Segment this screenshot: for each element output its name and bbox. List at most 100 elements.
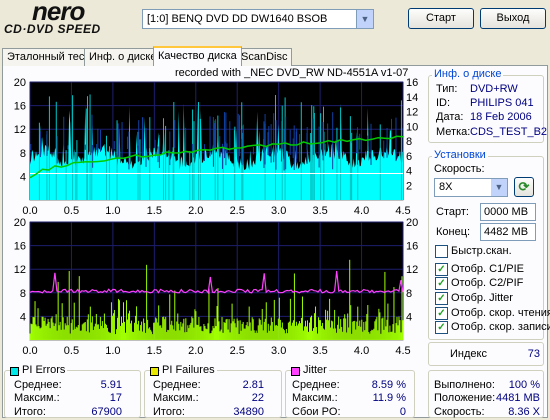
- logo-cddvdspeed-text: CD·DVD SPEED: [4, 22, 101, 36]
- x-tick-label: 3.5: [312, 205, 327, 217]
- pif-total-label: Итого:: [153, 406, 185, 418]
- x-tick-label: 1.5: [147, 205, 162, 217]
- y-right-tick-label: 4: [406, 311, 412, 323]
- pi-errors-chart: 0.0 0.5 1.0 1.5 2.0 2.5 3.0 3.5 4.0 4.5 20 16 12 8 4 16…: [14, 77, 419, 217]
- jitter-avg-label: Среднее:: [292, 379, 340, 391]
- tab-scandisc[interactable]: ScanDisc: [236, 48, 293, 66]
- tab-benchmark[interactable]: Эталонный тест: [2, 48, 95, 66]
- quick-scan-checkbox[interactable]: [435, 245, 448, 258]
- y-left-tick-label: 20: [14, 77, 26, 89]
- exit-button[interactable]: Выход: [480, 8, 546, 29]
- disc-type-label: Тип:: [436, 83, 458, 95]
- pi-errors-title: PI Errors: [20, 364, 68, 376]
- y-right-tick-label: 12: [406, 264, 418, 276]
- show-read-speed-label: Отобр. скор. чтения: [451, 307, 550, 319]
- jitter-max-label: Максим.:: [292, 392, 338, 404]
- pif-avg-label: Среднее:: [153, 379, 201, 391]
- pie-total-label: Итого:: [14, 406, 46, 418]
- jitter-swatch: [291, 367, 300, 376]
- x-tick-label: 3.0: [271, 205, 286, 217]
- pie-total-value: 67900: [91, 406, 122, 418]
- x-tick-label: 4.0: [354, 345, 369, 357]
- y-left-tick-label: 16: [14, 241, 26, 253]
- show-write-speed-label: Отобр. скор. записи: [451, 321, 550, 333]
- pie-max-value: 17: [109, 392, 122, 404]
- y-right-tick-label: 14: [406, 92, 418, 104]
- jitter-title: Jitter: [301, 364, 329, 376]
- disc-type-value: DVD+RW: [470, 83, 518, 95]
- x-tick-label: 1.5: [147, 345, 162, 357]
- pif-max-value: 22: [251, 392, 264, 404]
- start-label: Старт:: [436, 206, 469, 218]
- chevron-down-icon[interactable]: ▼: [356, 10, 373, 28]
- position-label: Положение:: [434, 392, 496, 404]
- x-tick-label: 0.5: [64, 345, 79, 357]
- show-write-speed-checkbox[interactable]: ✓: [435, 321, 448, 334]
- quick-scan-label: Быстр.скан.: [451, 245, 512, 257]
- settings-title: Установки: [432, 149, 488, 161]
- y-right-tick-label: 2: [406, 180, 412, 192]
- y-left-tick-label: 12: [14, 264, 26, 276]
- jitter-avg-value: 8.59 %: [371, 379, 406, 391]
- x-tick-label: 0.0: [22, 205, 37, 217]
- x-tick-label: 2.5: [230, 205, 245, 217]
- y-right-tick-label: 16: [406, 241, 418, 253]
- y-right-tick-label: 12: [406, 107, 418, 119]
- index-value: 73: [527, 348, 540, 360]
- show-pif-checkbox[interactable]: ✓: [435, 277, 448, 290]
- y-left-tick-label: 4: [20, 171, 26, 183]
- y-left-tick-label: 20: [14, 217, 26, 229]
- pif-max-label: Максим.:: [153, 392, 199, 404]
- speed-result-label: Скорость:: [434, 406, 485, 418]
- nero-logo: nero CD·DVD SPEED: [4, 0, 130, 36]
- start-field[interactable]: 0000 MB: [480, 203, 536, 221]
- done-label: Выполнено:: [434, 379, 495, 391]
- tab-disc-quality[interactable]: Качество диска: [153, 46, 242, 66]
- show-pie-checkbox[interactable]: ✓: [435, 263, 448, 276]
- disc-info-title: Инф. о диске: [432, 68, 504, 80]
- show-jitter-label: Отобр. Jitter: [451, 292, 513, 304]
- x-tick-label: 4.5: [395, 205, 410, 217]
- y-right-tick-label: 4: [406, 166, 412, 178]
- x-tick-label: 4.0: [354, 205, 369, 217]
- disc-id-label: ID:: [436, 97, 451, 109]
- x-tick-label: 1.0: [105, 345, 120, 357]
- show-jitter-checkbox[interactable]: ✓: [435, 292, 448, 305]
- x-tick-label: 2.0: [188, 205, 203, 217]
- x-tick-label: 4.5: [395, 345, 410, 357]
- pi-failures-swatch: [150, 367, 159, 376]
- pi-errors-swatch: [10, 367, 19, 376]
- plot-area: [29, 221, 404, 341]
- show-read-speed-checkbox[interactable]: ✓: [435, 307, 448, 320]
- x-tick-label: 3.5: [312, 345, 327, 357]
- jitter-max-value: 11.9 %: [372, 392, 406, 404]
- index-label: Индекс: [450, 348, 487, 360]
- y-left-tick-label: 4: [20, 311, 26, 323]
- pif-avg-value: 2.81: [242, 379, 264, 391]
- y-left-tick-label: 8: [20, 148, 26, 160]
- po-failures-value: 0: [399, 406, 406, 418]
- disc-label-label: Метка:: [436, 126, 471, 138]
- position-value: 4481 MB: [495, 392, 540, 404]
- po-failures-label: Сбои PO:: [292, 406, 341, 418]
- speed-select[interactable]: 8X ▼: [434, 178, 508, 197]
- y-right-tick-label: 6: [406, 151, 412, 163]
- y-right-tick-label: 20: [406, 217, 418, 229]
- end-label: Конец:: [436, 226, 471, 238]
- start-button[interactable]: Старт: [408, 8, 474, 29]
- speed-select-value: 8X: [439, 181, 453, 193]
- done-value: 100 %: [508, 379, 540, 391]
- x-tick-label: 0.5: [64, 205, 79, 217]
- pie-avg-label: Среднее:: [14, 379, 62, 391]
- end-field[interactable]: 4482 MB: [480, 223, 536, 241]
- tab-disc-info[interactable]: Инф. о диске: [84, 48, 162, 66]
- pi-failures-chart: 0.0 0.5 1.0 1.5 2.0 2.5 3.0 3.5 4.0 4.5 20 16 12 8 4 20…: [14, 217, 419, 357]
- pi-failures-title: PI Failures: [160, 364, 217, 376]
- disc-id-value: PHILIPS 041: [470, 97, 534, 109]
- show-pif-label: Отобр. C2/PIF: [451, 277, 524, 289]
- chevron-down-icon[interactable]: ▼: [491, 179, 507, 196]
- y-left-tick-label: 8: [20, 288, 26, 300]
- refresh-icon[interactable]: ⟳: [514, 177, 534, 197]
- x-tick-label: 2.0: [188, 345, 203, 357]
- drive-select[interactable]: [1:0] BENQ DVD DD DW1640 BSOB ▼: [142, 9, 374, 29]
